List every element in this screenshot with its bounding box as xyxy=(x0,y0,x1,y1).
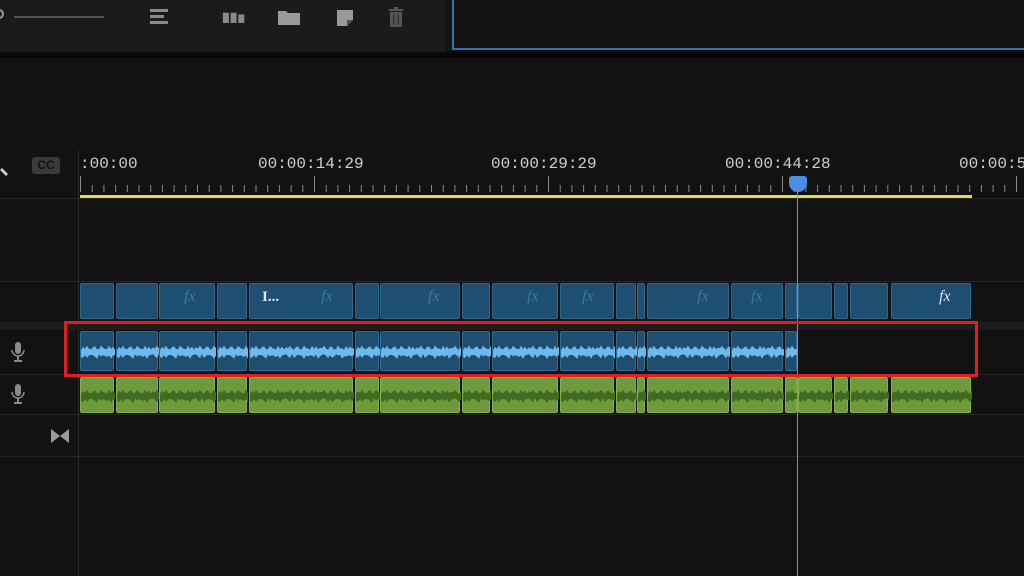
zoom-slider-knob[interactable] xyxy=(0,9,4,19)
fx-badge: fx xyxy=(751,288,763,305)
ruler-timecode: 00:00:5 xyxy=(959,155,1024,173)
video-clip[interactable] xyxy=(891,283,971,319)
video-clip[interactable] xyxy=(647,283,729,319)
audio-clip[interactable] xyxy=(647,377,730,413)
ruler-timecode: :00:00 xyxy=(80,155,138,173)
captions-icon[interactable]: CC xyxy=(32,157,60,174)
audio-clip[interactable] xyxy=(785,377,798,413)
microphone-icon[interactable] xyxy=(10,340,26,364)
video-clip[interactable] xyxy=(834,283,848,319)
video-clip[interactable] xyxy=(355,283,379,319)
trash-icon[interactable] xyxy=(385,6,409,28)
video-clip[interactable] xyxy=(785,283,797,319)
new-item-icon[interactable] xyxy=(333,6,357,28)
wrench-icon[interactable] xyxy=(0,160,8,176)
audio-clip[interactable] xyxy=(891,377,972,413)
panel-divider xyxy=(0,52,1024,58)
video-clip[interactable] xyxy=(116,283,158,319)
fx-badge: fx xyxy=(321,288,333,305)
list-view-icon[interactable] xyxy=(148,6,172,28)
audio-clip[interactable] xyxy=(355,377,380,413)
program-monitor-edge xyxy=(452,0,1024,50)
video-clip[interactable] xyxy=(850,283,888,319)
audio-clip[interactable] xyxy=(731,377,784,413)
bin-icon[interactable] xyxy=(222,6,246,28)
track-separator xyxy=(0,198,1024,199)
audio-clip[interactable] xyxy=(159,377,216,413)
project-panel-toolbar xyxy=(0,0,446,53)
track-separator xyxy=(0,281,1024,282)
fx-badge: fx xyxy=(428,288,440,305)
ruler-timecode: 00:00:14:29 xyxy=(258,155,364,173)
video-clip[interactable] xyxy=(798,283,832,319)
audio-clip[interactable] xyxy=(850,377,889,413)
fx-badge: fx xyxy=(697,288,709,305)
audio-clip[interactable] xyxy=(217,377,248,413)
audio-clip[interactable] xyxy=(380,377,461,413)
zoom-slider-track[interactable] xyxy=(14,16,104,18)
audio-clip[interactable] xyxy=(834,377,849,413)
track-separator xyxy=(0,456,1024,457)
audio-clip[interactable] xyxy=(116,377,159,413)
video-clip[interactable] xyxy=(80,283,114,319)
clip-title: I... xyxy=(262,289,280,305)
bowtie-icon[interactable] xyxy=(50,428,70,444)
fx-badge: fx xyxy=(184,288,196,305)
folder-icon[interactable] xyxy=(277,6,301,28)
fx-badge: fx xyxy=(527,288,539,305)
video-clip[interactable] xyxy=(462,283,490,319)
audio-clip[interactable] xyxy=(637,377,646,413)
audio-clip[interactable] xyxy=(560,377,615,413)
time-ruler-ticks[interactable] xyxy=(0,176,1024,194)
audio-clip[interactable] xyxy=(80,377,115,413)
microphone-icon[interactable] xyxy=(10,382,26,406)
video-clip[interactable] xyxy=(492,283,558,319)
track-separator xyxy=(0,414,1024,415)
audio-clip[interactable] xyxy=(249,377,354,413)
video-clip[interactable] xyxy=(217,283,247,319)
highlight-box xyxy=(64,321,978,377)
audio-clip[interactable] xyxy=(616,377,637,413)
fx-badge: fx xyxy=(939,288,951,305)
fx-badge: fx xyxy=(582,288,594,305)
video-clip[interactable] xyxy=(616,283,636,319)
audio-clip[interactable] xyxy=(462,377,491,413)
ruler-timecode: 00:00:44:28 xyxy=(725,155,831,173)
audio-clip[interactable] xyxy=(798,377,833,413)
ruler-timecode: 00:00:29:29 xyxy=(491,155,597,173)
playhead-line[interactable] xyxy=(797,186,798,576)
video-clip[interactable] xyxy=(637,283,645,319)
video-clip[interactable] xyxy=(380,283,460,319)
audio-clip[interactable] xyxy=(492,377,559,413)
